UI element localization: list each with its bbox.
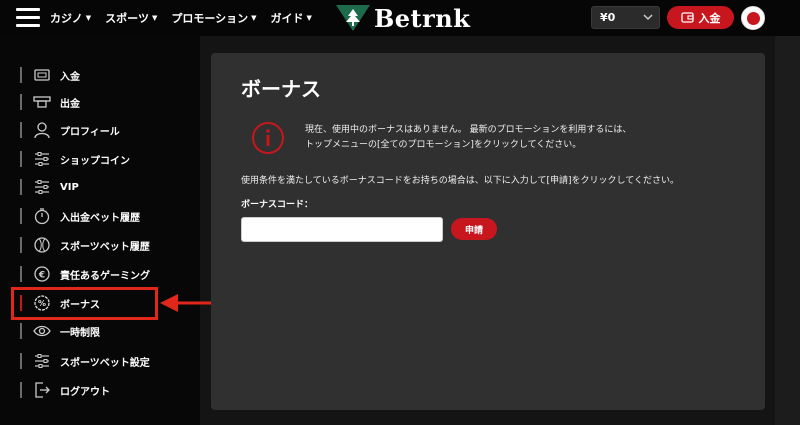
- sidebar-item-shop-coin[interactable]: ショップコイン: [20, 150, 200, 168]
- sidebar-item-label: プロフィール: [60, 126, 120, 138]
- tree-logo-icon: [336, 5, 370, 31]
- logout-icon: [32, 381, 52, 399]
- sidebar-item-responsible-gaming[interactable]: € 責任あるゲーミング: [20, 265, 200, 283]
- sidebar-item-temporary-limit[interactable]: 一時制限: [20, 322, 200, 340]
- wallet-icon: [680, 12, 694, 23]
- sidebar-item-label: 一時制限: [60, 327, 100, 339]
- stopwatch-icon: [32, 207, 52, 225]
- nav-sports[interactable]: スポーツ ▼: [105, 10, 157, 26]
- bonus-code-instructions: 使用条件を満たしているボーナスコードをお持ちの場合は、以下に入力して[申請]をク…: [241, 176, 679, 186]
- deposit-button-label: 入金: [698, 11, 721, 25]
- sidebar-item-logout[interactable]: ログアウト: [20, 381, 200, 399]
- sidebar-item-transaction-history[interactable]: 入出金ベット履歴: [20, 207, 200, 225]
- sliders-icon: [32, 178, 52, 196]
- chevron-down-icon: ▼: [151, 14, 158, 22]
- sidebar-item-profile[interactable]: プロフィール: [20, 121, 200, 139]
- chevron-down-icon: ▼: [85, 14, 92, 22]
- sidebar-item-withdraw[interactable]: 出金: [20, 93, 200, 111]
- sidebar-item-label: 入出金ベット履歴: [60, 212, 140, 224]
- apply-button[interactable]: 申請: [451, 218, 497, 240]
- sliders-icon: [32, 352, 52, 370]
- nav-guide-label: ガイド: [270, 12, 304, 25]
- sliders-icon: [32, 150, 52, 168]
- ball-icon: [32, 236, 52, 254]
- sidebar-item-label: ショップコイン: [60, 155, 130, 167]
- sidebar-item-label: 入金: [60, 71, 80, 83]
- wallet-card-icon: [32, 66, 52, 84]
- sidebar-item-label: 責任あるゲーミング: [60, 270, 150, 282]
- brand-logo[interactable]: Betrnk: [336, 3, 471, 33]
- cash-out-icon: [32, 93, 52, 111]
- no-bonus-line-2: トップメニューの[全てのプロモーション]をクリックしてください。: [305, 140, 582, 150]
- language-flag-icon[interactable]: [741, 6, 765, 30]
- nav-promotions-label: プロモーション: [171, 12, 249, 25]
- sidebar-item-label: スポーツベット設定: [60, 357, 150, 369]
- chevron-down-icon: ▼: [306, 14, 312, 22]
- nav-casino-label: カジノ: [50, 12, 83, 25]
- bonus-code-input[interactable]: [241, 217, 443, 242]
- top-nav: カジノ ▼ スポーツ ▼ プロモーション ▼ ガイド ▼: [50, 0, 326, 36]
- balance-dropdown[interactable]: ¥0: [591, 6, 660, 29]
- svg-text:€: €: [38, 271, 45, 281]
- nav-promotions[interactable]: プロモーション ▼: [171, 10, 256, 26]
- nav-casino[interactable]: カジノ ▼: [50, 10, 91, 26]
- sidebar-item-deposit[interactable]: 入金: [20, 66, 200, 84]
- highlight-annotation-box: [11, 287, 158, 320]
- no-bonus-message: 現在、使用中のボーナスはありません。 最新のプロモーションを利用するには、 トッ…: [305, 123, 631, 153]
- deposit-button[interactable]: 入金: [667, 6, 734, 29]
- hamburger-menu-icon[interactable]: [16, 8, 40, 28]
- bonus-panel: ボーナス 現在、使用中のボーナスはありません。 最新のプロモーションを利用するに…: [211, 53, 765, 410]
- sidebar-item-vip[interactable]: VIP: [20, 178, 200, 196]
- bonus-code-label: ボーナスコード：: [241, 200, 314, 210]
- account-sidebar: 入金 出金 プロフィール ショップコイン VIP 入出金ベット履歴 スポーツベッ…: [0, 36, 200, 425]
- sidebar-item-label: ログアウト: [60, 386, 110, 398]
- sidebar-item-label: 出金: [60, 98, 80, 110]
- chevron-down-icon: [643, 14, 653, 21]
- chevron-down-icon: ▼: [251, 14, 257, 22]
- euro-chip-icon: €: [32, 265, 52, 283]
- sidebar-item-label: VIP: [60, 181, 79, 193]
- no-bonus-line-1: 現在、使用中のボーナスはありません。 最新のプロモーションを利用するには、: [305, 125, 632, 135]
- eye-icon: [32, 322, 52, 340]
- top-header: カジノ ▼ スポーツ ▼ プロモーション ▼ ガイド ▼ Betrnk ¥0 入…: [0, 0, 800, 36]
- page-title: ボーナス: [241, 77, 321, 101]
- sidebar-item-sports-history[interactable]: スポーツベット履歴: [20, 236, 200, 254]
- balance-value: ¥0: [600, 11, 616, 24]
- info-icon: [252, 122, 284, 154]
- nav-sports-label: スポーツ: [105, 12, 149, 25]
- user-icon: [32, 121, 52, 139]
- page-right-gutter: [775, 36, 800, 425]
- brand-name: Betrnk: [374, 3, 471, 33]
- sidebar-item-label: スポーツベット履歴: [60, 241, 150, 253]
- nav-guide[interactable]: ガイド ▼: [271, 10, 312, 26]
- sidebar-item-sports-settings[interactable]: スポーツベット設定: [20, 352, 200, 370]
